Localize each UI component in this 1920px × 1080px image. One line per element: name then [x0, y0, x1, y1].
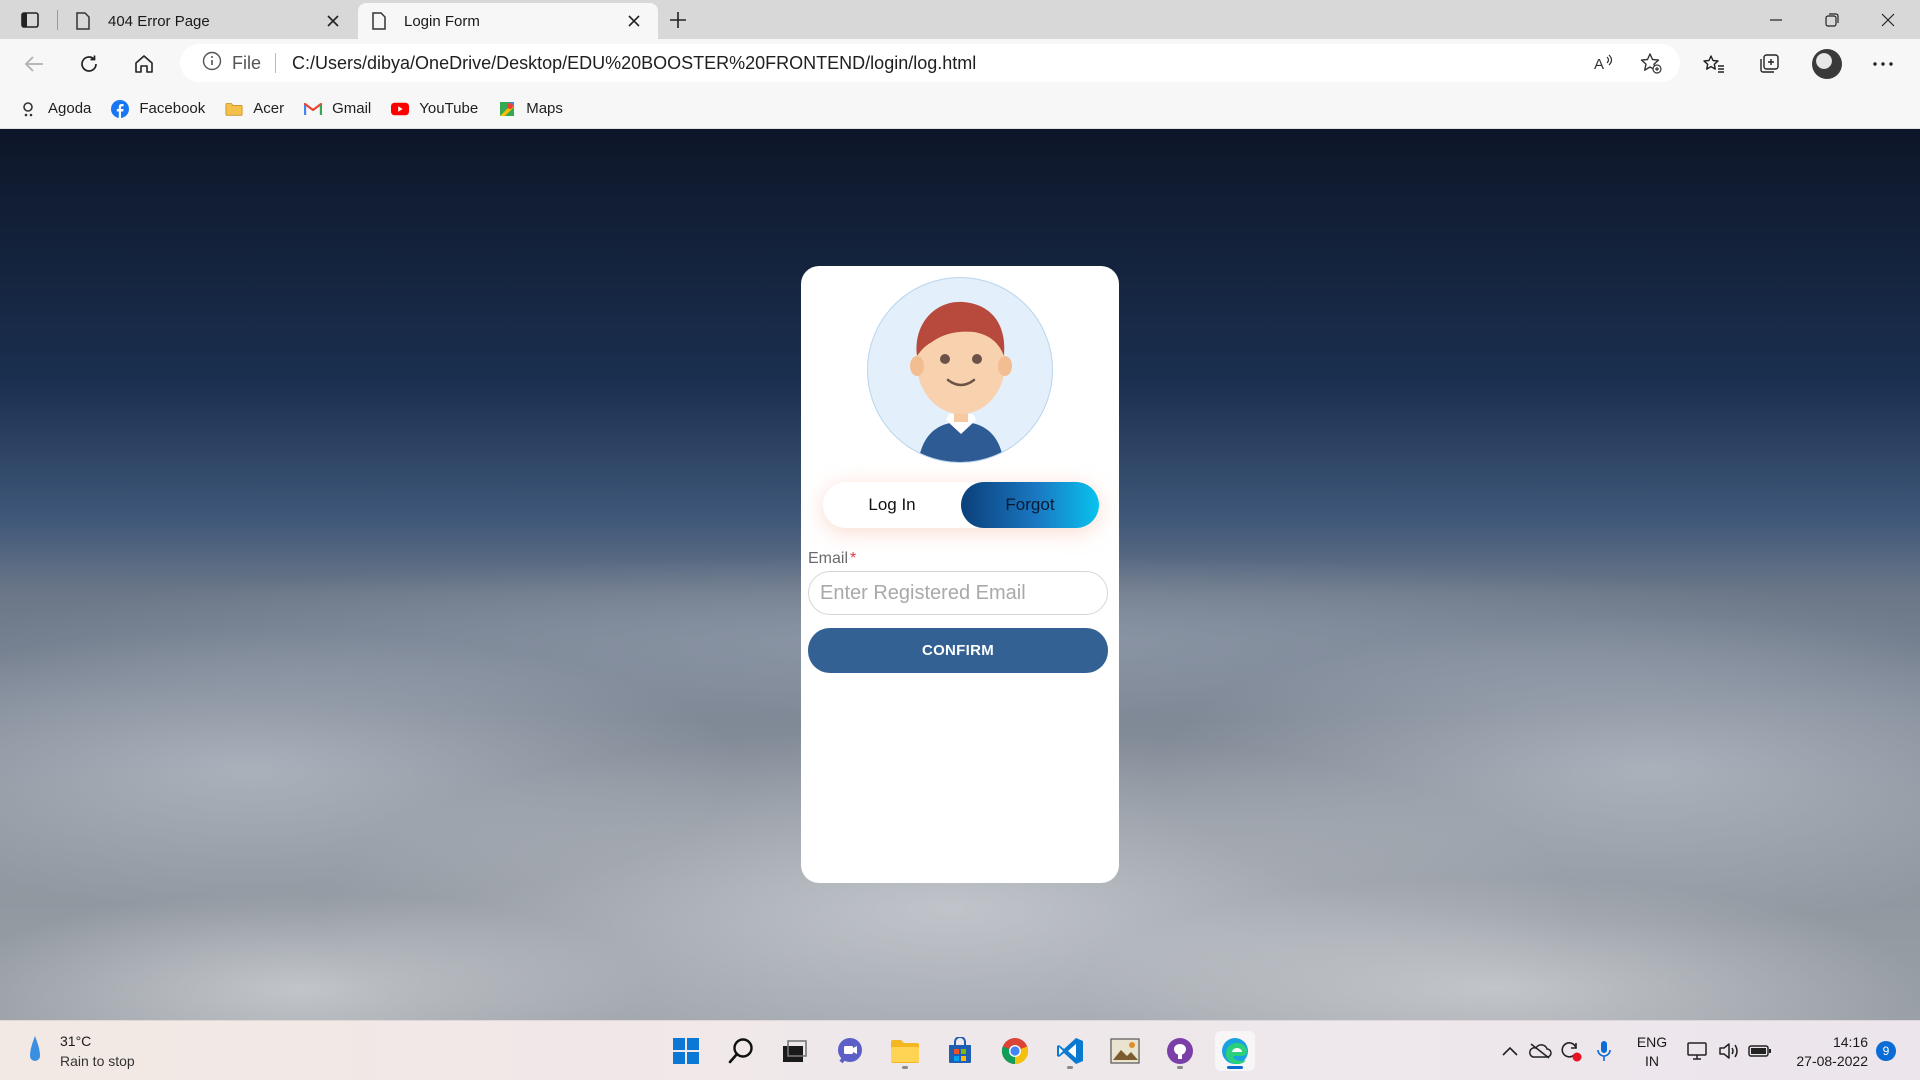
- close-tab-icon[interactable]: [624, 11, 644, 31]
- sync-alert-icon[interactable]: [1558, 1039, 1582, 1063]
- close-window-button[interactable]: [1860, 0, 1916, 39]
- weather-widget[interactable]: 31°C Rain to stop: [28, 1031, 135, 1071]
- tab-title: 404 Error Page: [108, 12, 210, 30]
- read-aloud-icon[interactable]: A: [1588, 50, 1622, 76]
- url-divider: [275, 53, 277, 73]
- image-app-icon[interactable]: [1105, 1031, 1145, 1071]
- youtube-icon: [391, 100, 410, 118]
- network-icon[interactable]: [1685, 1039, 1709, 1063]
- tab-login-form[interactable]: Login Form: [358, 3, 658, 39]
- github-icon[interactable]: [1160, 1031, 1200, 1071]
- page-background: Log In Forgot Email* CONFIRM: [0, 129, 1920, 1020]
- favorite-label: Maps: [526, 100, 563, 117]
- back-button[interactable]: [17, 48, 51, 80]
- gmail-icon: [304, 100, 323, 118]
- favorite-youtube[interactable]: YouTube: [391, 100, 478, 118]
- favorites-icon[interactable]: [1697, 48, 1731, 80]
- minimize-button[interactable]: [1748, 0, 1804, 39]
- add-favorite-icon[interactable]: [1634, 50, 1668, 76]
- info-icon[interactable]: [202, 51, 222, 76]
- language-code: ENG: [1636, 1034, 1668, 1050]
- email-label-text: Email: [808, 550, 849, 567]
- home-button[interactable]: [127, 48, 161, 80]
- favorite-label: Acer: [253, 100, 285, 117]
- address-bar[interactable]: File C:/Users/dibya/OneDrive/Desktop/EDU…: [180, 44, 1680, 82]
- tab-title: Login Form: [404, 12, 480, 30]
- restore-button[interactable]: [1804, 0, 1860, 39]
- required-mark: *: [850, 550, 857, 567]
- favorite-label: YouTube: [419, 100, 479, 117]
- active-indicator: [1227, 1066, 1243, 1069]
- tab-404-error-page[interactable]: 404 Error Page: [62, 3, 357, 39]
- refresh-button[interactable]: [72, 48, 106, 80]
- weather-condition: Rain to stop: [60, 1053, 135, 1069]
- favorites-bar: Agoda Facebook Acer Gmail YouTube Maps: [0, 89, 1920, 129]
- chrome-icon[interactable]: [995, 1031, 1035, 1071]
- favorite-maps[interactable]: Maps: [498, 100, 563, 118]
- favorite-label: Facebook: [139, 100, 206, 117]
- profile-avatar[interactable]: [1812, 49, 1842, 79]
- clock-date: 27-08-2022: [1796, 1053, 1868, 1069]
- svg-text:A: A: [1594, 56, 1604, 72]
- favorite-facebook[interactable]: Facebook: [111, 99, 206, 118]
- running-indicator: [1067, 1066, 1073, 1069]
- navigation-bar: File C:/Users/dibya/OneDrive/Desktop/EDU…: [0, 39, 1920, 89]
- tab-actions-icon[interactable]: [14, 8, 46, 32]
- volume-icon[interactable]: [1717, 1039, 1741, 1063]
- maps-icon: [498, 100, 516, 118]
- microphone-icon[interactable]: [1592, 1039, 1616, 1063]
- favorite-label: Gmail: [332, 100, 372, 117]
- login-tab[interactable]: Log In: [823, 482, 961, 528]
- agoda-icon: [20, 100, 38, 118]
- favorite-label: Agoda: [48, 100, 92, 117]
- page-icon: [372, 12, 390, 30]
- running-indicator: [902, 1066, 908, 1069]
- user-avatar: [867, 277, 1053, 463]
- clock[interactable]: 14:16 27-08-2022: [1780, 1033, 1868, 1071]
- login-forgot-toggle: Log In Forgot: [823, 482, 1099, 528]
- login-card: Log In Forgot Email* CONFIRM: [801, 266, 1119, 883]
- email-label: Email *: [808, 550, 856, 568]
- facebook-icon: [111, 99, 130, 118]
- favorite-agoda[interactable]: Agoda: [20, 100, 91, 118]
- region-code: IN: [1645, 1053, 1659, 1069]
- tab-separator: [57, 10, 58, 30]
- folder-icon: [225, 100, 243, 118]
- file-explorer-icon[interactable]: [885, 1031, 925, 1071]
- rain-icon: [28, 1034, 42, 1069]
- chevron-up-icon[interactable]: [1498, 1039, 1522, 1063]
- close-tab-icon[interactable]: [323, 11, 343, 31]
- edge-icon[interactable]: [1215, 1031, 1255, 1071]
- vscode-icon[interactable]: [1050, 1031, 1090, 1071]
- onedrive-offline-icon[interactable]: [1528, 1039, 1552, 1063]
- more-menu-icon[interactable]: [1866, 48, 1900, 80]
- language-indicator[interactable]: ENG IN: [1634, 1033, 1670, 1071]
- battery-icon[interactable]: [1748, 1039, 1772, 1063]
- start-icon[interactable]: [666, 1031, 706, 1071]
- temperature: 31°C: [60, 1033, 92, 1049]
- notification-badge[interactable]: 9: [1876, 1041, 1896, 1061]
- page-icon: [76, 12, 94, 30]
- confirm-button[interactable]: CONFIRM: [808, 628, 1108, 673]
- favorite-gmail[interactable]: Gmail: [304, 100, 371, 118]
- collections-icon[interactable]: [1752, 48, 1786, 80]
- favorite-acer[interactable]: Acer: [225, 100, 284, 118]
- clock-time: 14:16: [1832, 1034, 1868, 1050]
- tab-strip: 404 Error Page Login Form: [0, 0, 1920, 39]
- chat-icon[interactable]: [830, 1031, 870, 1071]
- store-icon[interactable]: [940, 1031, 980, 1071]
- running-indicator: [1177, 1066, 1183, 1069]
- task-view-icon[interactable]: [775, 1031, 815, 1071]
- forgot-tab[interactable]: Forgot: [961, 482, 1099, 528]
- email-input[interactable]: [808, 571, 1108, 615]
- new-tab-button[interactable]: [664, 7, 692, 33]
- taskbar: 31°C Rain to stop ENG IN 14:16 27-08-202…: [0, 1020, 1920, 1080]
- search-icon[interactable]: [721, 1031, 761, 1071]
- url-text[interactable]: C:/Users/dibya/OneDrive/Desktop/EDU%20BO…: [292, 53, 976, 74]
- url-scheme-label: File: [232, 52, 262, 73]
